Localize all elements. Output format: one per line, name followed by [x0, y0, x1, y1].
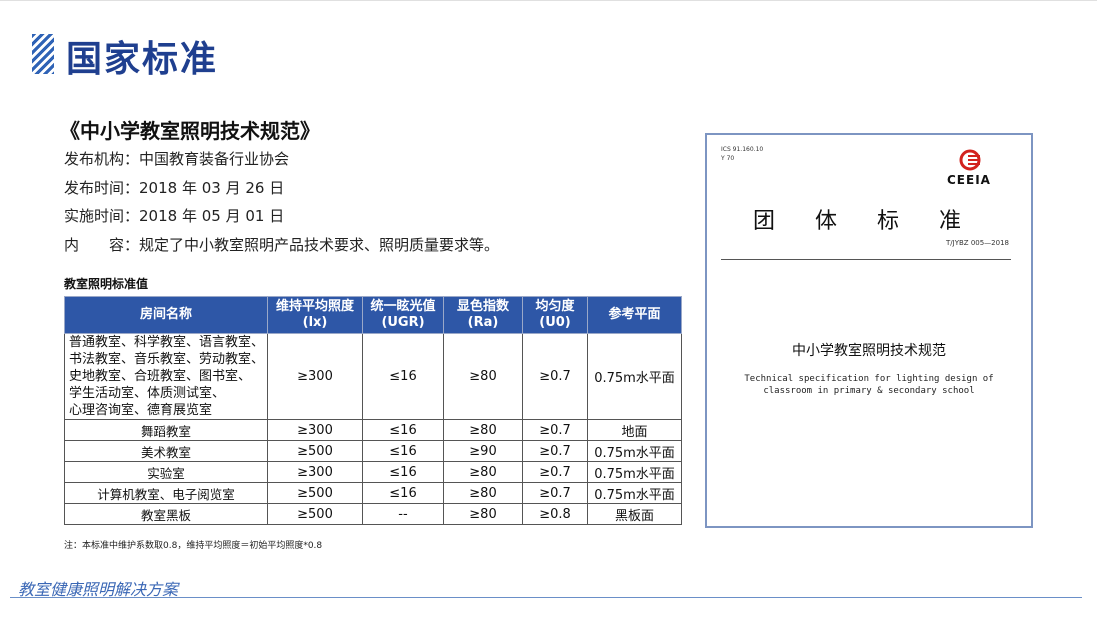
table-cell: ≥80: [443, 419, 523, 441]
table-cell-room: 普通教室、科学教室、语言教室、 书法教室、音乐教室、劳动教室、 史地教室、合班教室、…: [64, 333, 268, 420]
table-cell: ≥80: [443, 333, 523, 420]
info-effective-date: 实施时间：2018 年 05 月 01 日: [64, 205, 284, 226]
info-value: 规定了中小教室照明产品技术要求、照明质量要求等。: [139, 236, 500, 254]
table-cell: 0.75m水平面: [587, 440, 682, 462]
table-cell: ≥300: [267, 333, 363, 420]
info-publish-date: 发布时间：2018 年 03 月 26 日: [64, 177, 284, 198]
table-cell-room: 教室黑板: [64, 503, 268, 525]
table-caption: 教室照明标准值: [64, 277, 149, 291]
table-cell: ≥0.7: [522, 482, 588, 504]
table-note: 注：本标准中维护系数取0.8，维持平均照度＝初始平均照度*0.8: [64, 541, 323, 551]
table-cell: ≥0.7: [522, 419, 588, 441]
cover-ics: ICS 91.160.10 Y 70: [721, 145, 763, 163]
table-cell-room: 美术教室: [64, 440, 268, 462]
cover-standard-code: T/JYBZ 005—2018: [946, 239, 1009, 247]
table-cell: 0.75m水平面: [587, 333, 682, 420]
document-title: 《中小学教室照明技术规范》: [60, 119, 320, 143]
table-cell: 黑板面: [587, 503, 682, 525]
info-value: 中国教育装备行业协会: [139, 150, 290, 168]
standard-cover-image: ICS 91.160.10 Y 70 CEEIA 团体标准 T/JYBZ 005…: [705, 133, 1033, 528]
cover-english-line-1: Technical specification for lighting des…: [744, 374, 994, 384]
table-cell: ≥300: [267, 419, 363, 441]
col-header-uniformity: 均匀度 (U0): [522, 296, 588, 334]
info-key: 内 容：: [64, 236, 140, 254]
ceeia-logo-text: CEEIA: [947, 173, 991, 187]
table-cell: ≤16: [362, 461, 444, 483]
cover-heading: 团体标准: [753, 209, 1002, 234]
table-cell: ≤16: [362, 333, 444, 420]
table-cell: ≤16: [362, 482, 444, 504]
table-row: 舞蹈教室 ≥300 ≤16 ≥80 ≥0.7 地面: [64, 419, 682, 441]
table-cell: 0.75m水平面: [587, 482, 682, 504]
table-cell: ≤16: [362, 440, 444, 462]
table-cell: ≥500: [267, 440, 363, 462]
table-cell: ≥80: [443, 461, 523, 483]
ceeia-logo: CEEIA: [947, 149, 997, 189]
info-content: 内 容：规定了中小教室照明产品技术要求、照明质量要求等。: [64, 234, 499, 255]
table-cell: ≥0.7: [522, 440, 588, 462]
info-key: 发布机构：: [64, 150, 140, 168]
table-row: 实验室 ≥300 ≤16 ≥80 ≥0.7 0.75m水平面: [64, 461, 682, 483]
table-header-row: 房间名称 维持平均照度 (lx) 统一眩光值 (UGR) 显色指数 (Ra) 均匀度(…: [64, 296, 682, 334]
table-cell: ≥80: [443, 482, 523, 504]
cover-english-line-2: classroom in primary & secondary school: [763, 386, 975, 396]
table-row: 计算机教室、电子阅览室 ≥500 ≤16 ≥80 ≥0.7 0.75m水平面: [64, 482, 682, 504]
table-cell-room: 舞蹈教室: [64, 419, 268, 441]
table-cell-room: 实验室: [64, 461, 268, 483]
table-cell: ≥500: [267, 482, 363, 504]
table-row: 教室黑板 ≥500 -- ≥80 ≥0.8 黑板面: [64, 503, 682, 525]
cover-standard-name: 中小学教室照明技术规范: [792, 343, 946, 359]
table-cell-room: 计算机教室、电子阅览室: [64, 482, 268, 504]
info-publisher: 发布机构：中国教育装备行业协会: [64, 148, 289, 169]
cover-english-title: Technical specification for lighting des…: [707, 373, 1031, 397]
table-cell: 0.75m水平面: [587, 461, 682, 483]
table-cell: ≥300: [267, 461, 363, 483]
info-value: 2018 年 03 月 26 日: [139, 179, 285, 197]
footer-divider: [10, 597, 1082, 598]
info-value: 2018 年 05 月 01 日: [139, 207, 285, 225]
table-cell: ≥0.7: [522, 333, 588, 420]
table-cell: ≥80: [443, 503, 523, 525]
col-header-room: 房间名称: [64, 296, 268, 334]
table-cell: ≥0.8: [522, 503, 588, 525]
col-header-ugr: 统一眩光值 (UGR): [362, 296, 444, 334]
table-row: 美术教室 ≥500 ≤16 ≥90 ≥0.7 0.75m水平面: [64, 440, 682, 462]
info-key: 发布时间：: [64, 179, 140, 197]
top-divider: [0, 0, 1097, 1]
col-header-ra: 显色指数 (Ra): [443, 296, 523, 334]
cover-y-code: Y 70: [721, 155, 735, 162]
ceeia-logo-icon: [959, 149, 981, 171]
table-cell: ≥500: [267, 503, 363, 525]
header-stripes-icon: [32, 34, 54, 74]
col-header-illuminance: 维持平均照度 (lx): [267, 296, 363, 334]
table-cell: ≤16: [362, 419, 444, 441]
lighting-standard-table: 房间名称 维持平均照度 (lx) 统一眩光值 (UGR) 显色指数 (Ra) 均匀度(…: [64, 296, 682, 525]
info-key: 实施时间：: [64, 207, 140, 225]
table-cell: 地面: [587, 419, 682, 441]
table-cell: ≥90: [443, 440, 523, 462]
cover-divider: [721, 259, 1011, 260]
table-row: 普通教室、科学教室、语言教室、 书法教室、音乐教室、劳动教室、 史地教室、合班教室、…: [64, 333, 682, 420]
table-cell: ≥0.7: [522, 461, 588, 483]
cover-ics-code: ICS 91.160.10: [721, 146, 764, 153]
col-header-reference-plane: 参考平面: [587, 296, 682, 334]
page-title: 国家标准: [66, 39, 219, 80]
table-cell: --: [362, 503, 444, 525]
